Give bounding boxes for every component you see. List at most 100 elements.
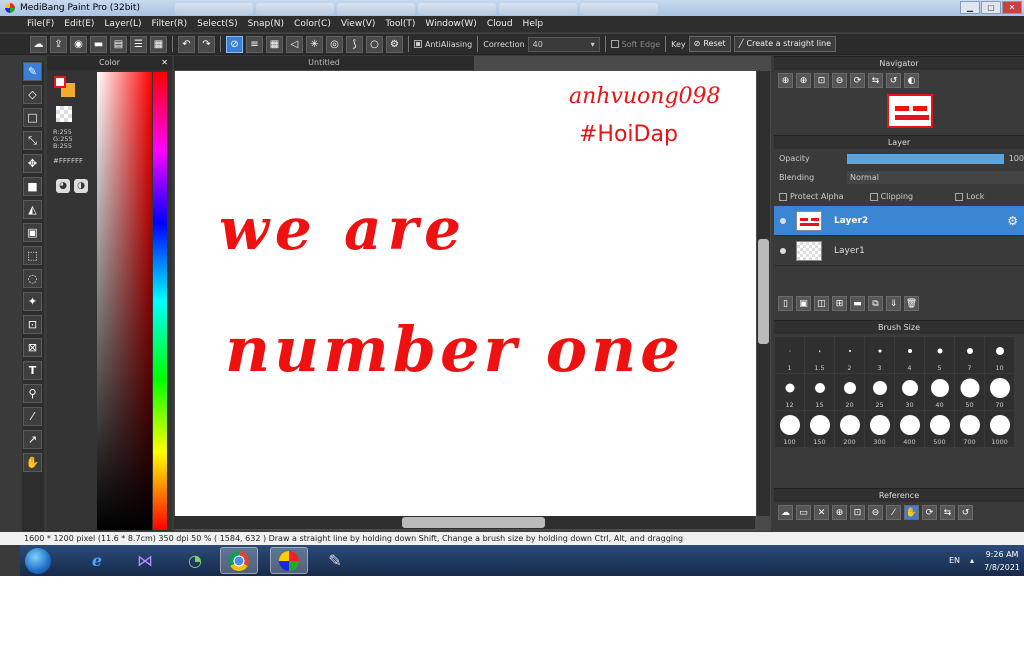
magic-wand-tool-icon[interactable]: ✦ [23,292,42,311]
lasso-tool-icon[interactable]: ◌ [23,269,42,288]
text-tool-icon[interactable]: T [23,361,42,380]
layer-row[interactable]: Layer2 ⚙ [774,206,1024,236]
speech-bubble-icon[interactable]: ▬ [90,35,107,53]
menu-tool[interactable]: Tool(T) [385,19,415,29]
gear-icon[interactable]: ⚙ [1007,214,1018,228]
fill-rect-tool-icon[interactable]: ■ [23,177,42,196]
start-button[interactable] [25,548,51,574]
add-layer-menu-icon[interactable]: ⊞ [832,296,847,311]
delete-layer-icon[interactable]: 🗑 [904,296,919,311]
visual-studio-icon[interactable]: ⋈ [126,547,164,574]
pages-icon[interactable]: ☰ [130,35,147,53]
saturation-brightness-picker[interactable] [97,72,152,530]
merge-down-icon[interactable]: ⇓ [886,296,901,311]
eyedropper-icon[interactable]: ⁄ [886,505,901,520]
layer-row[interactable]: Layer1 [774,236,1024,266]
reset-button[interactable]: ⊘ Reset [688,36,731,52]
document-tab[interactable]: Untitled [174,56,474,70]
fit-icon[interactable]: ⊡ [850,505,865,520]
redo-icon[interactable]: ↷ [198,35,215,53]
brush-size-option[interactable]: 1.5 [805,337,834,373]
chrome-icon[interactable] [220,547,258,574]
select-pen-tool-icon[interactable]: ⊡ [23,315,42,334]
language-indicator[interactable]: EN [949,556,960,565]
maximize-button[interactable]: ▢ [981,1,1001,14]
close-button[interactable]: ✕ [1002,1,1022,14]
hue-slider[interactable] [153,72,167,530]
reset-view-icon[interactable]: ↺ [886,73,901,88]
brush-size-option[interactable]: 150 [805,411,834,447]
menu-edit[interactable]: Edit(E) [64,19,94,29]
vertical-scroll-thumb[interactable] [758,239,769,344]
visibility-icon[interactable] [780,247,786,254]
duplicate-layer-icon[interactable]: ⧉ [868,296,883,311]
clipping-checkbox[interactable] [869,192,878,201]
flip-icon[interactable]: ⇆ [940,505,955,520]
perspective-snap-icon[interactable]: ◁ [286,35,303,53]
menu-window[interactable]: Window(W) [425,19,476,29]
select-eraser-tool-icon[interactable]: ⊠ [23,338,42,357]
menu-filter[interactable]: Filter(R) [152,19,188,29]
brush-size-option[interactable]: 1000 [985,411,1014,447]
grid-snap-icon[interactable]: ▦ [266,35,283,53]
menu-layer[interactable]: Layer(L) [104,19,141,29]
undo-icon[interactable]: ↶ [178,35,195,53]
brush-size-option[interactable]: 400 [895,411,924,447]
ellipse-snap-icon[interactable]: ○ [366,35,383,53]
brush-size-option[interactable]: 7 [955,337,984,373]
protect-alpha-checkbox[interactable] [779,192,787,201]
brush-size-option[interactable]: 500 [925,411,954,447]
invert-icon[interactable]: ◐ [904,73,919,88]
visibility-icon[interactable] [780,217,786,224]
hand-tool-icon[interactable]: ✋ [23,453,42,472]
internet-explorer-icon[interactable]: e [78,547,116,574]
close-reference-icon[interactable]: ✕ [814,505,829,520]
menu-color[interactable]: Color(C) [294,19,331,29]
divide-tool-icon[interactable]: ⚲ [23,384,42,403]
eyedropper-tool-icon[interactable]: ⁄ [23,407,42,426]
brush-size-option[interactable]: 200 [835,411,864,447]
comment-icon[interactable]: ◉ [70,35,87,53]
brush-size-option[interactable]: 300 [865,411,894,447]
brush-size-option[interactable]: 12 [775,374,804,410]
select-tool-icon[interactable]: ⬚ [23,246,42,265]
protect-alpha-toggle[interactable]: Protect Alpha [779,192,844,201]
new-layer-icon[interactable]: ▯ [778,296,793,311]
brush-size-option[interactable]: 4 [895,337,924,373]
brush-tool-icon[interactable]: ✎ [23,62,42,81]
snap-settings-icon[interactable]: ⚙ [386,35,403,53]
medibang-taskbar-icon[interactable] [270,547,308,574]
eyedropper-alt-tool-icon[interactable]: ↗ [23,430,42,449]
brush-size-option[interactable]: 15 [805,374,834,410]
menu-help[interactable]: Help [523,19,544,29]
no-snap-icon[interactable]: ⊘ [226,35,243,53]
brush-size-option[interactable]: 70 [985,374,1014,410]
blending-select[interactable]: Normal [847,171,1024,184]
flip-icon[interactable]: ⇆ [868,73,883,88]
menu-view[interactable]: View(V) [341,19,376,29]
rectangle-tool-icon[interactable]: □ [23,108,42,127]
color-wheel-icon[interactable]: ◑ [74,179,88,193]
bucket-tool-icon[interactable]: ◭ [23,200,42,219]
brush-size-option[interactable]: 20 [835,374,864,410]
horizontal-scrollbar[interactable] [174,516,755,529]
cloud-icon[interactable]: ☁ [30,35,47,53]
zoom-in-icon[interactable]: ⊕ [832,505,847,520]
circle-snap-icon[interactable]: ◎ [326,35,343,53]
hand-icon[interactable]: ✋ [904,505,919,520]
minimize-button[interactable]: ▁ [960,1,980,14]
lock-checkbox[interactable] [955,192,964,201]
share-icon[interactable]: ⇪ [50,35,67,53]
brush-size-option[interactable]: 40 [925,374,954,410]
new-halftone-layer-icon[interactable]: ◫ [814,296,829,311]
clock[interactable]: 9:26 AM 7/8/2021 [984,548,1020,574]
drawing-canvas[interactable]: anhvuong098 #HoiDap we are number one [175,71,756,516]
parallel-snap-icon[interactable]: ≡ [246,35,263,53]
soft-edge-checkbox[interactable] [610,40,619,48]
soft-edge-toggle[interactable]: Soft Edge [610,40,660,49]
menu-cloud[interactable]: Cloud [487,19,513,29]
tray-arrow-icon[interactable]: ▴ [970,556,974,565]
brush-size-option[interactable]: 100 [775,411,804,447]
brush-size-option[interactable]: 25 [865,374,894,410]
page-icon[interactable]: ▤ [110,35,127,53]
